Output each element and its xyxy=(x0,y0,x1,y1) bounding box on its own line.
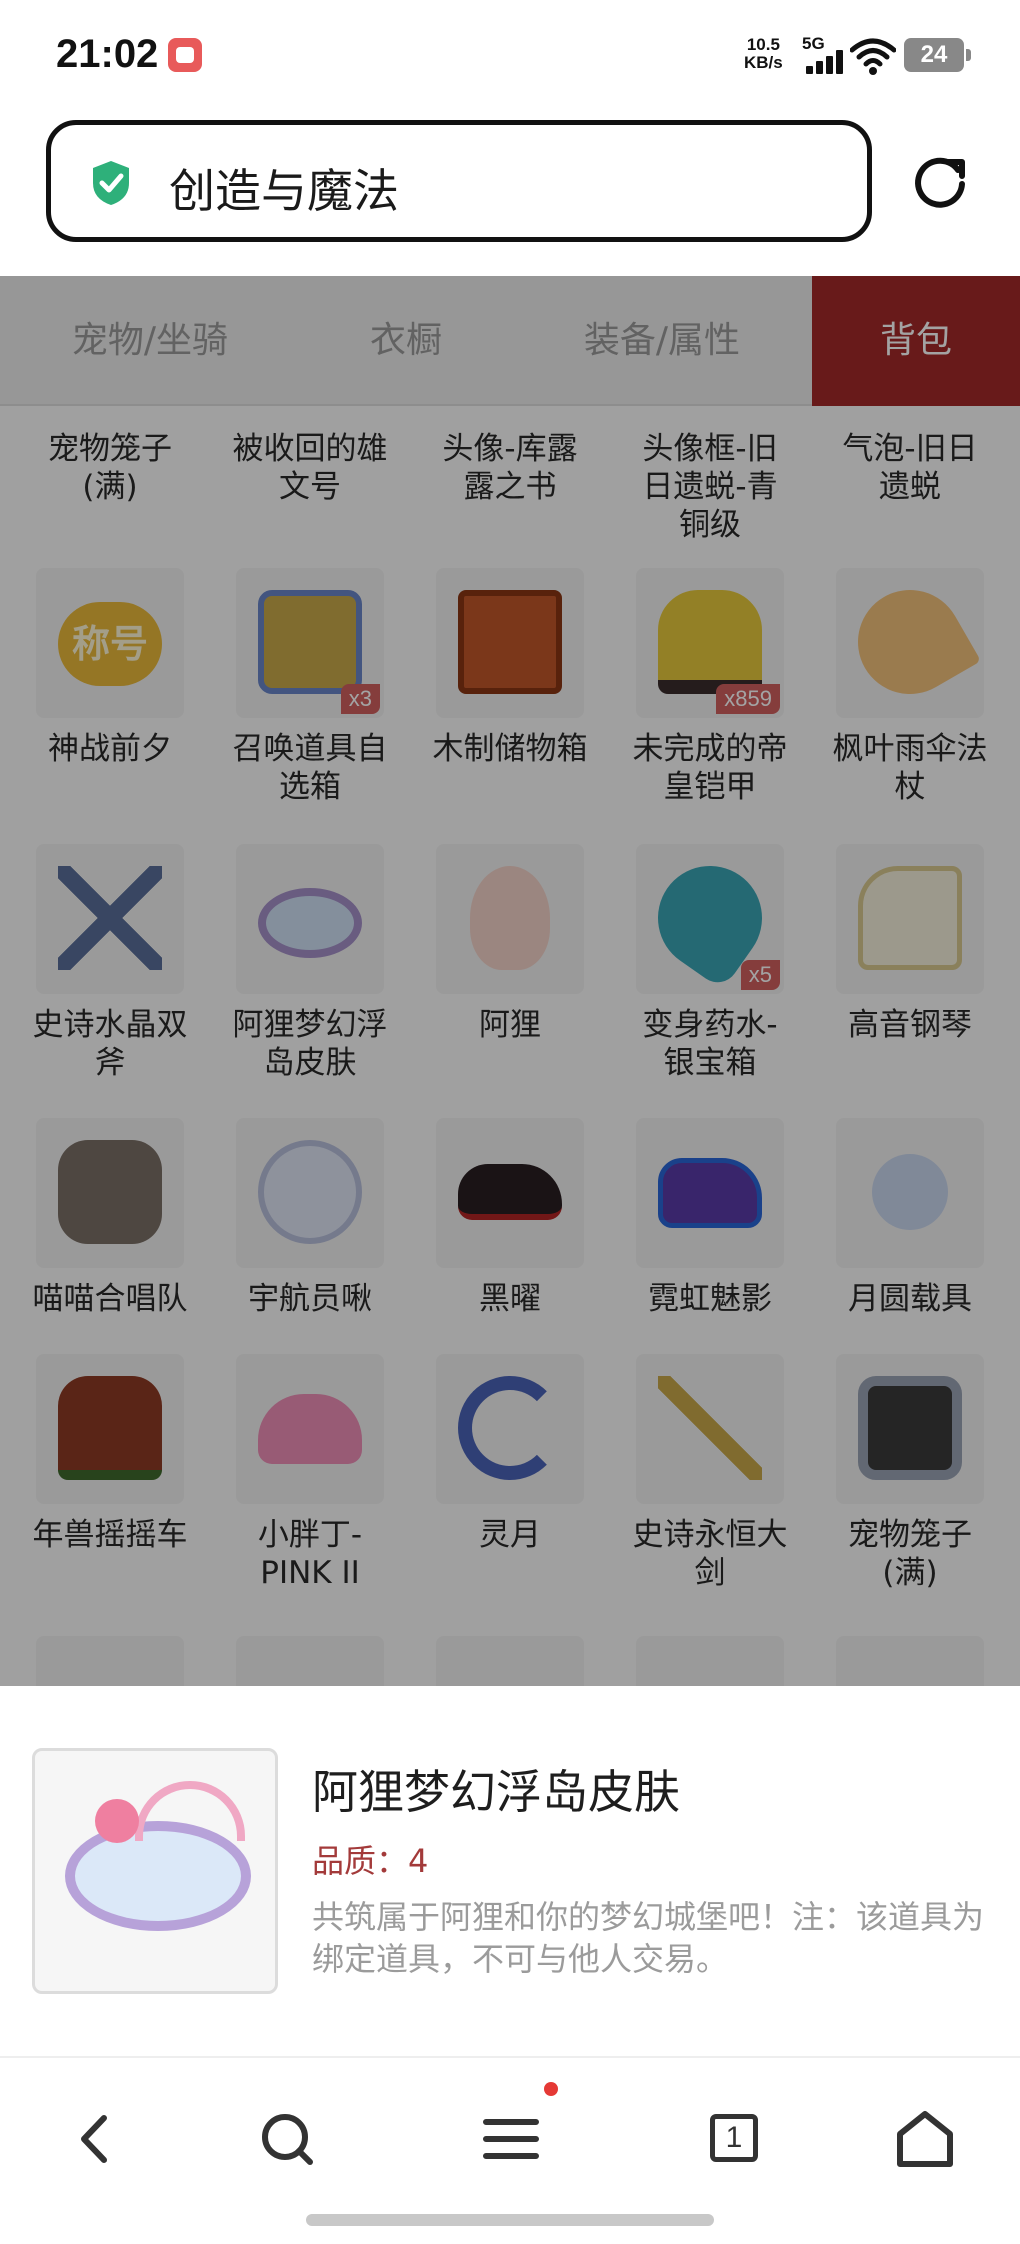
tab-count: 1 xyxy=(710,2114,758,2162)
address-bar[interactable]: 创造与魔法 xyxy=(46,120,872,242)
reload-icon[interactable] xyxy=(910,152,970,212)
browser-nav-bar: 1 xyxy=(0,2056,1020,2244)
net-speed-value: 10.5 xyxy=(746,35,780,54)
item-detail-title: 阿狸梦幻浮岛皮肤 xyxy=(312,1765,680,1819)
item-detail-image xyxy=(32,1748,278,1994)
modal-overlay[interactable] xyxy=(0,276,1020,1686)
item-detail-sheet: 阿狸梦幻浮岛皮肤 品质：4 共筑属于阿狸和你的梦幻城堡吧！注：该道具为绑定道具，… xyxy=(0,1686,1020,2056)
home-icon[interactable] xyxy=(890,2104,960,2174)
item-detail-description: 共筑属于阿狸和你的梦幻城堡吧！注：该道具为绑定道具，不可与他人交易。 xyxy=(312,1898,985,1978)
menu-icon[interactable] xyxy=(476,2104,546,2174)
notification-dot xyxy=(544,2082,558,2096)
status-bar: 21:02 10.5 KB/s 5G 24 xyxy=(0,0,1020,115)
wifi-icon xyxy=(850,38,896,75)
app-notification-icon xyxy=(168,38,202,72)
ali-fox-icon xyxy=(95,1799,139,1843)
net-speed-unit: KB/s xyxy=(744,53,783,72)
item-detail-quality: 品质：4 xyxy=(312,1842,429,1880)
status-time: 21:02 xyxy=(56,32,159,76)
search-icon[interactable] xyxy=(252,2104,322,2174)
tabs-button[interactable]: 1 xyxy=(698,2104,768,2174)
rainbow-icon xyxy=(135,1781,245,1841)
battery-indicator: 24 xyxy=(904,38,971,72)
back-icon[interactable] xyxy=(60,2104,130,2174)
signal-icon xyxy=(806,50,844,74)
page-title: 创造与魔法 xyxy=(169,164,399,218)
shield-icon xyxy=(93,161,129,205)
gesture-bar[interactable] xyxy=(306,2214,714,2226)
net-speed: 10.5 KB/s xyxy=(744,36,783,72)
